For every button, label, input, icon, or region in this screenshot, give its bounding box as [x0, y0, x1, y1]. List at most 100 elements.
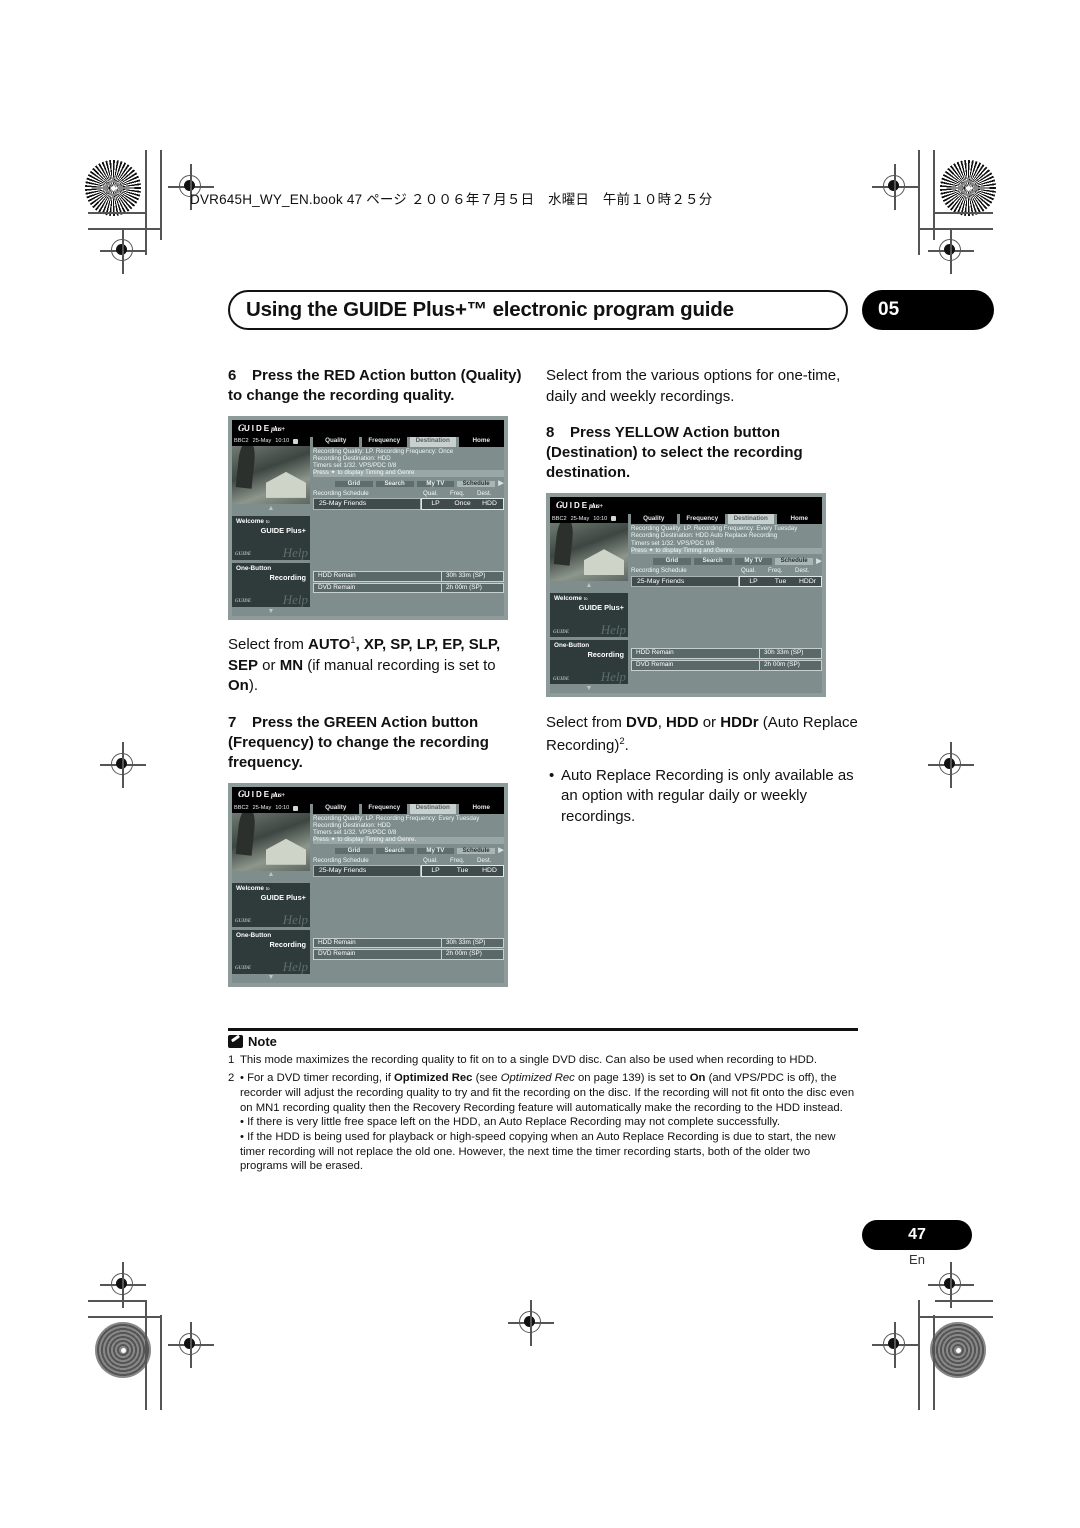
info-line-press: Press ✦ to display Timing and Genre	[313, 470, 504, 478]
step-7-number: 7	[228, 713, 237, 731]
crop-line	[933, 1315, 935, 1410]
schedule-row[interactable]: 25-May Friends LP Once HDD	[313, 498, 504, 510]
channel-date: 25-May	[252, 805, 272, 812]
crop-line	[88, 1316, 161, 1318]
nav-my-tv[interactable]: My TV	[734, 558, 773, 565]
nav-search[interactable]: Search	[375, 847, 414, 855]
tile-help-text: Help	[282, 958, 308, 974]
select-quality-lead: Select from	[228, 635, 309, 653]
tab-quality[interactable]: Quality	[313, 436, 359, 447]
registration-cross-left-upper	[100, 228, 146, 274]
tile-welcome[interactable]: Welcome to GUIDE Plus+ GUIDE Help	[550, 593, 628, 638]
tile-one-button-recording[interactable]: One-Button Recording GUIDE Help	[232, 929, 310, 974]
remain-row-hdd: HDD Remain 30h 33m (SP)	[631, 647, 822, 659]
nav-my-tv[interactable]: My TV	[416, 847, 455, 855]
chapter-number: 05	[878, 299, 900, 320]
nav-my-tv[interactable]: My TV	[416, 480, 455, 488]
remain-row-dvd: DVD Remain 2h 00m (SP)	[313, 582, 504, 594]
channel-name: BBC2	[234, 805, 249, 812]
tab-frequency[interactable]: Frequency	[679, 514, 725, 525]
note-item-1-number: 1	[228, 1053, 235, 1066]
crop-line	[935, 212, 993, 214]
tab-home[interactable]: Home	[776, 514, 822, 525]
tile-welcome[interactable]: Welcome to GUIDE Plus+ GUIDE Help	[232, 515, 310, 560]
note2-bold2: On	[689, 1072, 706, 1085]
schedule-row[interactable]: 25-May Friends LP Tue HDDr	[631, 575, 822, 587]
action-tabs: Quality Frequency Destination Home	[313, 436, 504, 447]
tab-home[interactable]: Home	[458, 436, 504, 447]
tab-destination[interactable]: Destination	[410, 436, 456, 447]
tab-destination[interactable]: Destination	[728, 514, 774, 525]
tab-frequency[interactable]: Frequency	[361, 436, 407, 447]
tile-welcome[interactable]: Welcome to GUIDE Plus+ GUIDE Help	[232, 882, 310, 927]
schedule-col-dest: Dest.	[795, 566, 810, 574]
registration-burst-bottom-left	[95, 1322, 151, 1378]
registration-cross-bottom-right	[872, 1322, 918, 1368]
tile-welcome-line1: Welcome to	[554, 595, 588, 603]
tab-quality[interactable]: Quality	[313, 803, 359, 814]
figure-body: BBC2 25-May 10:10 ▲ Welcome to GUIDE Plu…	[550, 514, 822, 694]
schedule-row-name: 25-May Friends	[631, 575, 739, 587]
figure-quality-screen: GUIDEplus+ BBC2 25-May 10:10 ▲ Welcome t…	[228, 415, 508, 620]
tile-one-button-recording[interactable]: One-Button Recording GUIDE Help	[232, 562, 310, 607]
note2-mid2: on page 139) is set to	[574, 1072, 690, 1085]
note2-italic1: Optimized Rec	[500, 1072, 575, 1085]
guide-plus-logo: GUIDEplus+	[238, 422, 285, 433]
dest-hddr: HDDr	[720, 714, 759, 732]
note-heading: Note	[228, 1034, 858, 1049]
channel-time: 10:10	[275, 805, 290, 812]
schedule-header: Recording Schedule Qual. Freq. Dest.	[313, 856, 504, 865]
tab-quality[interactable]: Quality	[631, 514, 677, 525]
registration-cross-right-upper	[928, 228, 974, 274]
lock-icon	[611, 516, 617, 522]
schedule-row[interactable]: 25-May Friends LP Tue HDD	[313, 865, 504, 877]
select-destination-paragraph: Select from DVD, HDD or HDDr (Auto Repla…	[546, 711, 858, 758]
page-title-label: Using the GUIDE Plus+™ electronic progra…	[246, 298, 734, 321]
scroll-down-icon: ▼	[267, 607, 275, 615]
nav-grid[interactable]: Grid	[653, 558, 691, 565]
crop-line	[920, 1316, 993, 1318]
remain-row-hdd: HDD Remain 30h 33m (SP)	[313, 937, 504, 949]
schedule-row-qual: LP	[431, 500, 440, 508]
note-block: Note 1 This mode maximizes the recording…	[228, 1028, 858, 1174]
registration-cross-left-lower	[100, 1262, 146, 1308]
nav-grid[interactable]: Grid	[335, 480, 373, 488]
tab-destination[interactable]: Destination	[410, 803, 456, 814]
figure-channel-row: BBC2 25-May 10:10	[232, 803, 310, 813]
nav-schedule[interactable]: Schedule	[775, 558, 813, 565]
crop-line	[918, 150, 920, 255]
action-tabs: Quality Frequency Destination Home	[631, 514, 822, 525]
schedule-col-freq: Freq.	[768, 566, 783, 574]
figure-left-panel: BBC2 25-May 10:10 ▲ Welcome to GUIDE Plu…	[550, 514, 628, 693]
remain-dvd-value: 2h 00m (SP)	[442, 582, 504, 594]
schedule-title: Recording Schedule	[313, 856, 369, 864]
figure-frequency-screen: GUIDEplus+ BBC2 25-May 10:10 ▲ Welcome t…	[228, 782, 508, 987]
nav-grid[interactable]: Grid	[335, 847, 373, 855]
video-thumbnail	[232, 445, 310, 504]
tile-obr-line1: One-Button	[554, 642, 590, 650]
nav-schedule[interactable]: Schedule	[457, 847, 495, 855]
schedule-row-freq: Tue	[456, 867, 469, 875]
tab-frequency[interactable]: Frequency	[361, 803, 407, 814]
tile-one-button-recording[interactable]: One-Button Recording GUIDE Help	[550, 640, 628, 685]
left-column: 6 Press the RED Action button (Quality) t…	[228, 366, 528, 987]
remain-hdd-value: 30h 33m (SP)	[760, 647, 822, 659]
channel-time: 10:10	[275, 438, 290, 445]
schedule-row-freq: Tue	[774, 577, 787, 585]
channel-time: 10:10	[593, 515, 608, 522]
remain-table: HDD Remain 30h 33m (SP) DVD Remain 2h 00…	[313, 570, 504, 594]
nav-search[interactable]: Search	[693, 558, 732, 565]
dest-sep2: or	[698, 714, 721, 732]
note-item-2: 2 • For a DVD timer recording, if Optimi…	[228, 1071, 858, 1115]
tile-obr-line2: Recording	[269, 939, 306, 949]
figure-logo-bar: GUIDEplus+	[232, 419, 504, 437]
nav-search[interactable]: Search	[375, 480, 414, 488]
schedule-header: Recording Schedule Qual. Freq. Dest.	[631, 566, 822, 575]
action-tabs: Quality Frequency Destination Home	[313, 803, 504, 814]
remain-hdd-label: HDD Remain	[313, 937, 442, 949]
channel-name: BBC2	[552, 515, 567, 522]
info-lines: Recording Quality: LP. Recording Frequen…	[631, 524, 822, 556]
remain-row-hdd: HDD Remain 30h 33m (SP)	[313, 570, 504, 582]
tab-home[interactable]: Home	[458, 803, 504, 814]
nav-schedule[interactable]: Schedule	[457, 480, 495, 488]
